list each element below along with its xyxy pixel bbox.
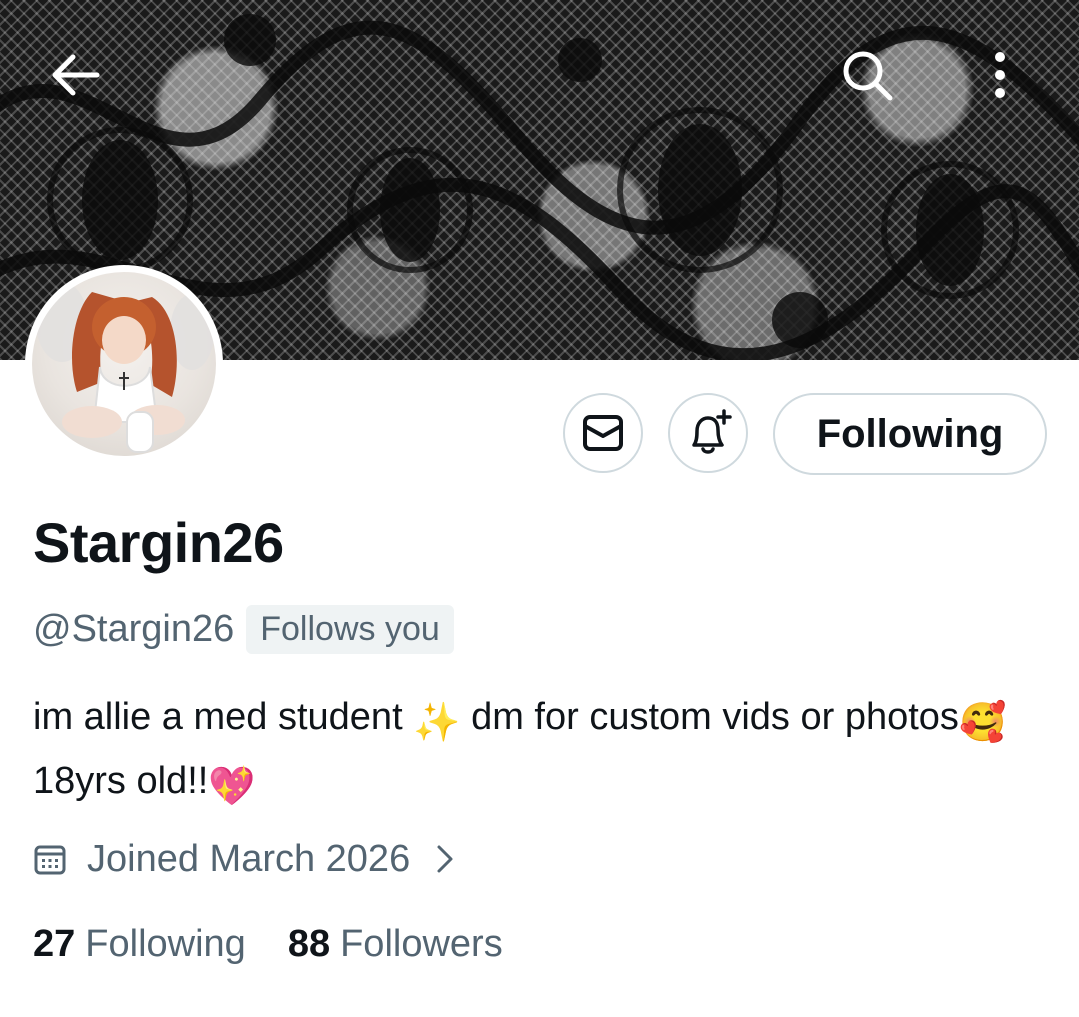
message-button[interactable]	[563, 393, 643, 473]
chevron-right-icon	[436, 844, 454, 874]
user-handle: @Stargin26	[33, 607, 235, 650]
handle-row: @Stargin26 Follows you	[33, 604, 454, 654]
bell-plus-icon	[692, 409, 732, 454]
smiling-hearts-emoji: 🥰	[958, 702, 1007, 744]
bio: im allie a med student ✨ dm for custom v…	[33, 688, 1053, 816]
sparkles-emoji: ✨	[413, 702, 461, 744]
joined-date[interactable]: Joined March 2026	[33, 834, 454, 884]
envelope-icon	[583, 415, 623, 451]
calendar-icon	[33, 842, 67, 876]
followers-label: Followers	[340, 922, 503, 965]
follows-you-badge: Follows you	[246, 604, 454, 654]
following-button[interactable]: Following	[773, 393, 1047, 475]
back-button[interactable]	[40, 45, 110, 105]
following-stat[interactable]: 27 Following	[33, 923, 246, 966]
avatar[interactable]	[25, 265, 223, 463]
bio-text-1: im allie a med student	[33, 696, 414, 738]
more-options-button[interactable]	[970, 45, 1030, 105]
search-button[interactable]	[832, 45, 902, 105]
search-icon	[843, 51, 893, 101]
more-vertical-icon	[995, 52, 1005, 98]
sparkling-heart-emoji: 💖	[208, 766, 256, 808]
following-label: Following	[85, 922, 246, 965]
profile-stats: 27 Following 88 Followers	[33, 918, 503, 970]
followers-stat[interactable]: 88 Followers	[288, 923, 503, 966]
following-count: 27	[33, 922, 76, 965]
notifications-button[interactable]	[668, 393, 748, 473]
avatar-image	[32, 272, 216, 456]
bio-text-2: dm for custom vids or photos	[460, 696, 959, 738]
display-name: Stargin26	[33, 511, 284, 574]
avatar-illustration	[36, 282, 214, 453]
bio-text-3: 18yrs old!!	[33, 760, 209, 802]
followers-count: 88	[287, 922, 331, 965]
joined-text: Joined March 2026	[87, 837, 411, 880]
arrow-left-icon	[52, 54, 100, 96]
